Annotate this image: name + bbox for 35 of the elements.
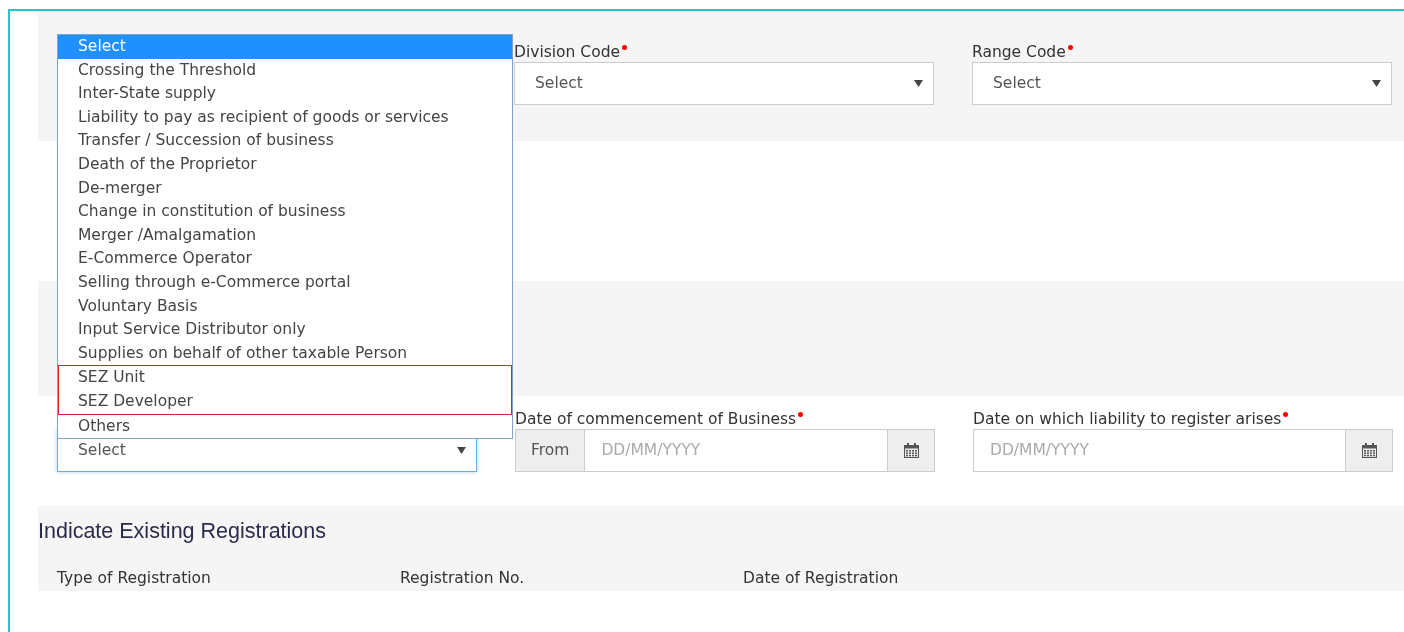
column-header: Type of Registration: [57, 568, 212, 589]
dropdown-option[interactable]: Input Service Distributor only: [58, 318, 512, 342]
dropdown-option[interactable]: Merger /Amalgamation: [58, 223, 512, 248]
section-heading: Indicate Existing Registrations: [38, 518, 327, 544]
dropdown-option[interactable]: E-Commerce Operator: [58, 247, 512, 271]
calendar-button[interactable]: [887, 430, 934, 471]
field-label: Division Code: [514, 42, 934, 62]
dropdown-option[interactable]: Transfer / Succession of business: [58, 129, 512, 153]
select-field[interactable]: Select: [514, 62, 934, 105]
dropdown-option[interactable]: SEZ Developer: [59, 389, 511, 414]
caret-icon: [457, 447, 466, 454]
dropdown-option[interactable]: Crossing the Threshold: [58, 58, 512, 83]
field-label: Date on which liability to register arises: [973, 409, 1393, 429]
dropdown-option[interactable]: Supplies on behalf of other taxable Person: [58, 341, 512, 366]
caret-icon: [1372, 80, 1381, 87]
dropdown-option[interactable]: Voluntary Basis: [58, 294, 512, 319]
column-header: Registration No.: [400, 568, 526, 589]
dropdown-option[interactable]: De-merger: [58, 176, 512, 201]
field-label: Date of commencement of Business: [515, 409, 935, 429]
dropdown-option[interactable]: Death of the Proprietor: [58, 152, 512, 177]
date-picker[interactable]: DD/MM/YYYY: [973, 429, 1393, 472]
column-header: Date of Registration: [743, 568, 900, 589]
from-addon: From: [516, 430, 586, 471]
dropdown-option[interactable]: SEZ Unit: [59, 366, 511, 390]
field-label: Range Code: [972, 42, 1392, 62]
calendar-icon: [903, 443, 919, 458]
dropdown-option[interactable]: Liability to pay as recipient of goods or services: [58, 105, 512, 130]
date-picker[interactable]: From DD/MM/YYYY: [515, 429, 935, 472]
dropdown-option[interactable]: Selling through e-Commerce portal: [58, 270, 512, 295]
select-field[interactable]: Select: [972, 62, 1392, 105]
dropdown-option[interactable]: Change in constitution of business: [58, 200, 512, 224]
calendar-icon: [1361, 443, 1377, 458]
dropdown-option[interactable]: Inter-State supply: [58, 82, 512, 106]
caret-icon: [914, 80, 923, 87]
calendar-button[interactable]: [1345, 430, 1392, 471]
